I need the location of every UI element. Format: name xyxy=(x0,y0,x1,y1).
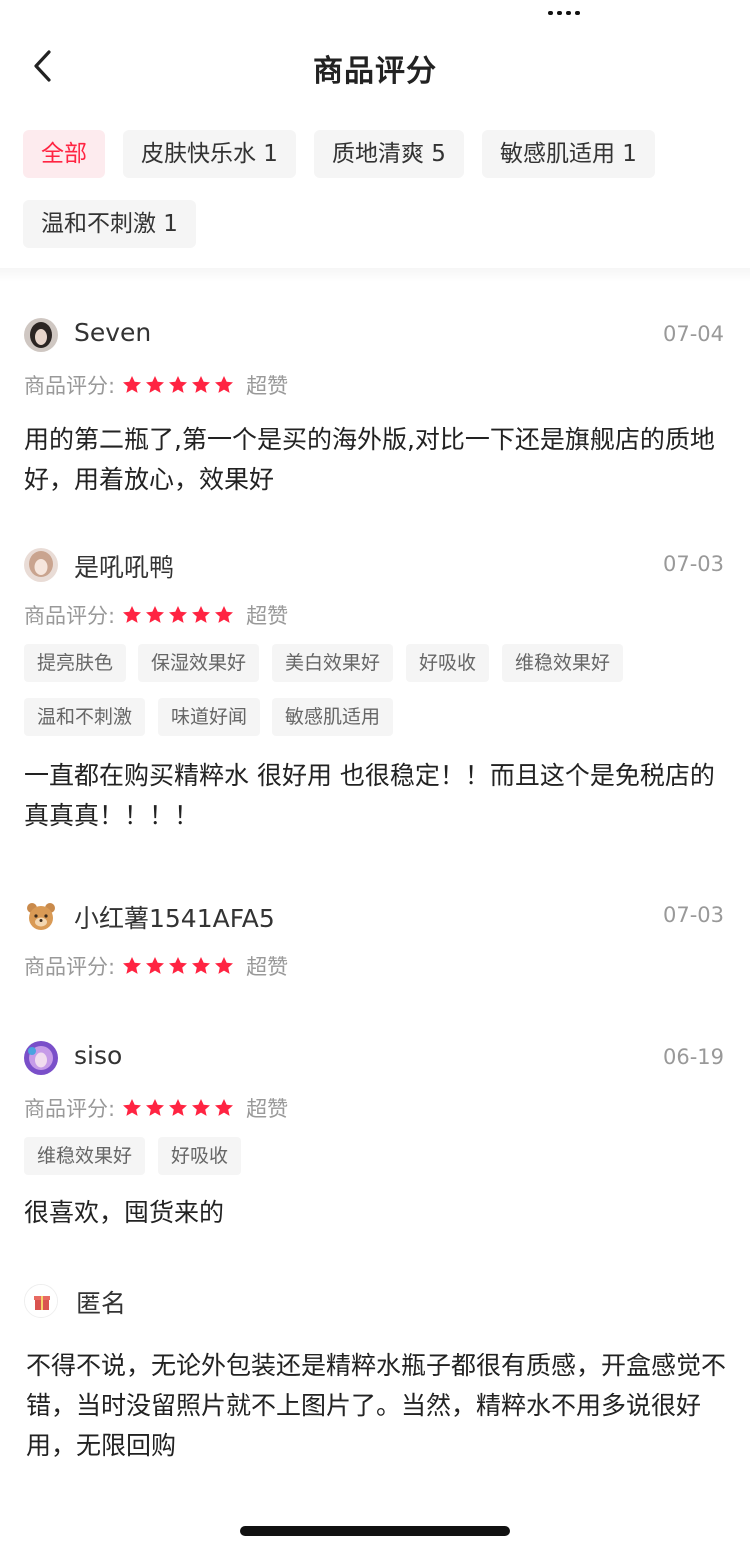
star-icon xyxy=(215,957,234,974)
username[interactable]: 小红薯1541AFA5 xyxy=(74,899,275,935)
star-icon xyxy=(215,606,234,623)
review-tag: 味道好闻 xyxy=(158,698,261,736)
avatar-image xyxy=(24,1041,58,1075)
avatar[interactable] xyxy=(24,548,58,582)
star-rating xyxy=(121,374,236,396)
gift-icon xyxy=(25,1285,57,1317)
filter-chip-skin-happy-water[interactable]: 皮肤快乐水 1 xyxy=(123,130,296,178)
star-icon xyxy=(192,1099,211,1116)
rating-text: 超赞 xyxy=(246,604,289,628)
star-icon xyxy=(192,376,211,393)
filter-chip-gentle[interactable]: 温和不刺激 1 xyxy=(23,200,196,248)
star-rating xyxy=(121,955,236,977)
star-icon xyxy=(169,606,188,623)
star-icon xyxy=(146,957,165,974)
avatar-image xyxy=(24,548,58,582)
star-icon xyxy=(192,606,211,623)
review-tag: 好吸收 xyxy=(406,644,490,682)
star-rating xyxy=(121,1097,236,1119)
rating-label: 商品评分: xyxy=(24,374,116,398)
review-tag: 维稳效果好 xyxy=(502,644,624,682)
star-icon xyxy=(169,376,188,393)
review-tag: 维稳效果好 xyxy=(24,1137,146,1175)
review-content: 用的第二瓶了,第一个是买的海外版,对比一下还是旗舰店的质地好，用着放心，效果好 xyxy=(24,425,715,494)
rating-text: 超赞 xyxy=(246,1097,289,1121)
username[interactable]: siso xyxy=(74,1041,122,1070)
rating-row: 商品评分: 超赞 xyxy=(24,1093,288,1123)
rating-row: 商品评分: 超赞 xyxy=(24,600,288,630)
rating-row: 商品评分: 超赞 xyxy=(24,951,288,981)
star-icon xyxy=(123,606,142,623)
review-tag: 好吸收 xyxy=(158,1137,242,1175)
review-tag: 保湿效果好 xyxy=(138,644,260,682)
avatar[interactable] xyxy=(24,899,58,933)
rating-label: 商品评分: xyxy=(24,604,116,628)
star-icon xyxy=(123,1099,142,1116)
review-date: 06-19 xyxy=(662,1045,724,1069)
home-indicator xyxy=(240,1526,510,1536)
review-tag: 敏感肌适用 xyxy=(272,698,394,736)
star-icon xyxy=(146,1099,165,1116)
star-icon xyxy=(146,606,165,623)
review-tag: 温和不刺激 xyxy=(24,698,146,736)
avatar-image xyxy=(24,318,58,352)
star-icon xyxy=(169,957,188,974)
review-tag: 美白效果好 xyxy=(272,644,394,682)
bear-icon xyxy=(27,903,55,930)
rating-label: 商品评分: xyxy=(24,1097,116,1121)
star-icon xyxy=(215,1099,234,1116)
review-content: 不得不说，无论外包装还是精粹水瓶子都很有质感，开盒感觉不错，当时没留照片就不上图… xyxy=(26,1351,727,1460)
star-rating xyxy=(121,604,236,626)
review-date: 07-03 xyxy=(662,903,724,927)
username[interactable]: 匿名 xyxy=(76,1284,126,1320)
username[interactable]: 是吼吼鸭 xyxy=(74,548,174,584)
rating-label: 商品评分: xyxy=(24,955,116,979)
username[interactable]: Seven xyxy=(74,318,151,347)
review-date: 07-03 xyxy=(662,552,724,576)
review-tag: 提亮肤色 xyxy=(24,644,127,682)
nav-bar: 商品评分 xyxy=(0,30,750,102)
rating-row: 商品评分: 超赞 xyxy=(24,370,288,400)
filter-chip-refreshing-texture[interactable]: 质地清爽 5 xyxy=(314,130,464,178)
review-date: 07-04 xyxy=(662,322,724,346)
avatar[interactable] xyxy=(24,318,58,352)
star-icon xyxy=(123,376,142,393)
page-title: 商品评分 xyxy=(313,54,437,89)
avatar[interactable] xyxy=(24,1284,58,1318)
star-icon xyxy=(146,376,165,393)
review-content: 一直都在购买精粹水 很好用 也很稳定！！而且这个是免税店的 真真真！！！！ xyxy=(24,761,715,830)
star-icon xyxy=(169,1099,188,1116)
star-icon xyxy=(192,957,211,974)
star-icon xyxy=(123,957,142,974)
status-bar-dots xyxy=(548,0,588,15)
star-icon xyxy=(215,376,234,393)
filter-chip-all[interactable]: 全部 xyxy=(23,130,105,178)
rating-text: 超赞 xyxy=(246,374,289,398)
section-divider xyxy=(0,268,750,282)
review-content: 很喜欢，囤货来的 xyxy=(24,1198,225,1227)
filter-chip-sensitive-skin[interactable]: 敏感肌适用 1 xyxy=(482,130,655,178)
avatar[interactable] xyxy=(24,1041,58,1075)
rating-text: 超赞 xyxy=(246,955,289,979)
